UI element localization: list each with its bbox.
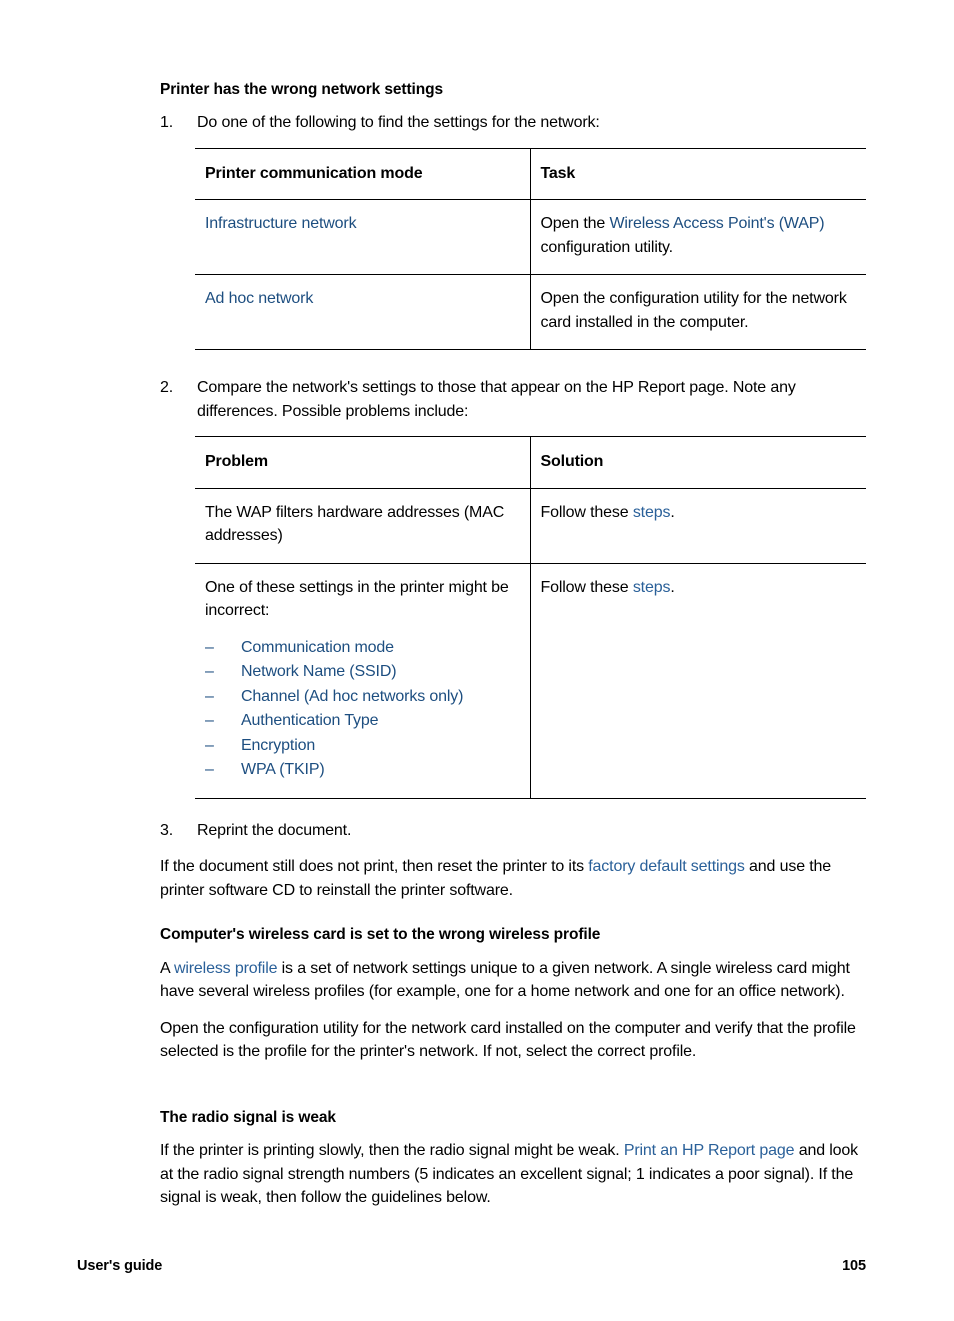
settings-list: – Communication mode – Network Name (SSID)…: [205, 636, 520, 783]
step-2: 2. Compare the network's settings to thos…: [160, 376, 866, 423]
table1-cell-task-infrastructure: Open the Wireless Access Point's (WAP) c…: [530, 199, 866, 276]
dash-bullet-icon: –: [205, 687, 214, 705]
section-heading-wireless-profile: Computer's wireless card is set to the w…: [160, 926, 601, 944]
table-row: Ad hoc network Open the configuration ut…: [195, 274, 866, 351]
step-3-text: Reprint the document.: [197, 821, 352, 839]
table2-cell-problem-mac-filter: The WAP filters hardware addresses (MAC …: [195, 488, 531, 564]
link-wireless-access-point-wap[interactable]: Wireless Access Point's (WAP): [609, 215, 824, 232]
list-item: – Channel (Ad hoc networks only): [205, 685, 520, 710]
paragraph-open-config-utility: Open the configuration utility for the n…: [160, 1019, 856, 1061]
link-steps[interactable]: steps: [633, 504, 671, 521]
document-page: Printer has the wrong network settings 1…: [0, 0, 954, 1321]
paragraph-factory-default: If the document still does not print, th…: [160, 855, 866, 902]
dash-bullet-icon: –: [205, 761, 214, 779]
link-ad-hoc-network[interactable]: Ad hoc network: [205, 290, 313, 307]
link-steps[interactable]: steps: [633, 579, 671, 596]
dash-bullet-icon: –: [205, 638, 214, 656]
link-encryption[interactable]: Encryption: [241, 737, 315, 754]
footer-label-users-guide: User's guide: [77, 1258, 163, 1274]
table2-cell-problem-settings: One of these settings in the printer mig…: [195, 563, 531, 799]
table-problems-solutions: Problem Solution The WAP filters hardwar…: [195, 436, 866, 799]
step-1-number: 1.: [160, 114, 174, 132]
link-wireless-profile[interactable]: wireless profile: [174, 960, 278, 977]
step-3: 3. Reprint the document.: [160, 819, 866, 843]
table1-cell-mode-adhoc: Ad hoc network: [195, 274, 531, 351]
step-3-number: 3.: [160, 821, 174, 839]
table2-header-solution: Solution: [530, 436, 866, 489]
section-heading-radio-signal-weak: The radio signal is weak: [160, 1108, 336, 1126]
table-communication-modes: Printer communication mode Task Infrastr…: [195, 147, 866, 351]
link-authentication-type[interactable]: Authentication Type: [241, 712, 379, 729]
list-item: – Network Name (SSID): [205, 660, 520, 685]
solution-text-suffix: .: [670, 503, 675, 521]
link-network-name-ssid[interactable]: Network Name (SSID): [241, 663, 397, 680]
table-row: One of these settings in the printer mig…: [195, 563, 866, 799]
solution-text-prefix: Follow these: [540, 503, 633, 521]
paragraph-radio-signal: If the printer is printing slowly, then …: [160, 1139, 866, 1210]
step-2-number: 2.: [160, 379, 174, 397]
table2-header-problem: Problem: [195, 436, 531, 489]
table-row: Infrastructure network Open the Wireless…: [195, 199, 866, 276]
task-text-suffix: configuration utility.: [540, 238, 674, 256]
link-channel-ad-hoc-networks-only[interactable]: Channel (Ad hoc networks only): [241, 688, 463, 705]
page-footer: User's guide 105: [77, 1258, 866, 1274]
link-wpa-tkip[interactable]: WPA (TKIP): [241, 761, 325, 778]
solution-text-prefix: Follow these: [540, 578, 633, 596]
dash-bullet-icon: –: [205, 736, 214, 754]
dash-bullet-icon: –: [205, 663, 214, 681]
step-2-text: Compare the network's settings to those …: [197, 379, 796, 420]
link-communication-mode[interactable]: Communication mode: [241, 639, 394, 656]
table1-header-task: Task: [530, 147, 866, 201]
step-1: 1. Do one of the following to find the se…: [160, 111, 866, 135]
link-factory-default-settings[interactable]: factory default settings: [588, 858, 745, 875]
table-row: The WAP filters hardware addresses (MAC …: [195, 488, 866, 564]
para1-text-prefix: A: [160, 959, 174, 977]
table1-cell-task-adhoc: Open the configuration utility for the n…: [530, 274, 866, 351]
table1-cell-mode-infrastructure: Infrastructure network: [195, 199, 531, 276]
dash-bullet-icon: –: [205, 712, 214, 730]
list-item: – Communication mode: [205, 636, 520, 661]
section-heading-printer-wrong-network-settings: Printer has the wrong network settings: [160, 81, 443, 98]
step-1-text: Do one of the following to find the sett…: [197, 114, 600, 132]
closing-text-prefix: If the document still does not print, th…: [160, 858, 589, 876]
table-header-row: Problem Solution: [195, 436, 866, 489]
table2-cell-solution-mac-filter: Follow these steps.: [530, 488, 866, 564]
task-text-prefix: Open the: [540, 215, 610, 233]
solution-text-suffix: .: [670, 578, 675, 596]
problem-intro-text: One of these settings in the printer mig…: [205, 578, 509, 620]
table1-header-mode: Printer communication mode: [195, 147, 531, 201]
table-header-row: Printer communication mode Task: [195, 147, 866, 201]
list-item: – WPA (TKIP): [205, 758, 520, 783]
link-infrastructure-network[interactable]: Infrastructure network: [205, 215, 357, 232]
list-item: – Encryption: [205, 734, 520, 759]
para-text-prefix: If the printer is printing slowly, then …: [160, 1142, 624, 1160]
table2-cell-solution-settings: Follow these steps.: [530, 563, 866, 799]
paragraph-wireless-profile-definition: A wireless profile is a set of network s…: [160, 957, 866, 1004]
list-item: – Authentication Type: [205, 709, 520, 734]
footer-page-number: 105: [842, 1258, 866, 1274]
page-content: Printer has the wrong network settings 1…: [160, 80, 866, 1223]
link-print-an-hp-report-page[interactable]: Print an HP Report page: [624, 1142, 795, 1159]
